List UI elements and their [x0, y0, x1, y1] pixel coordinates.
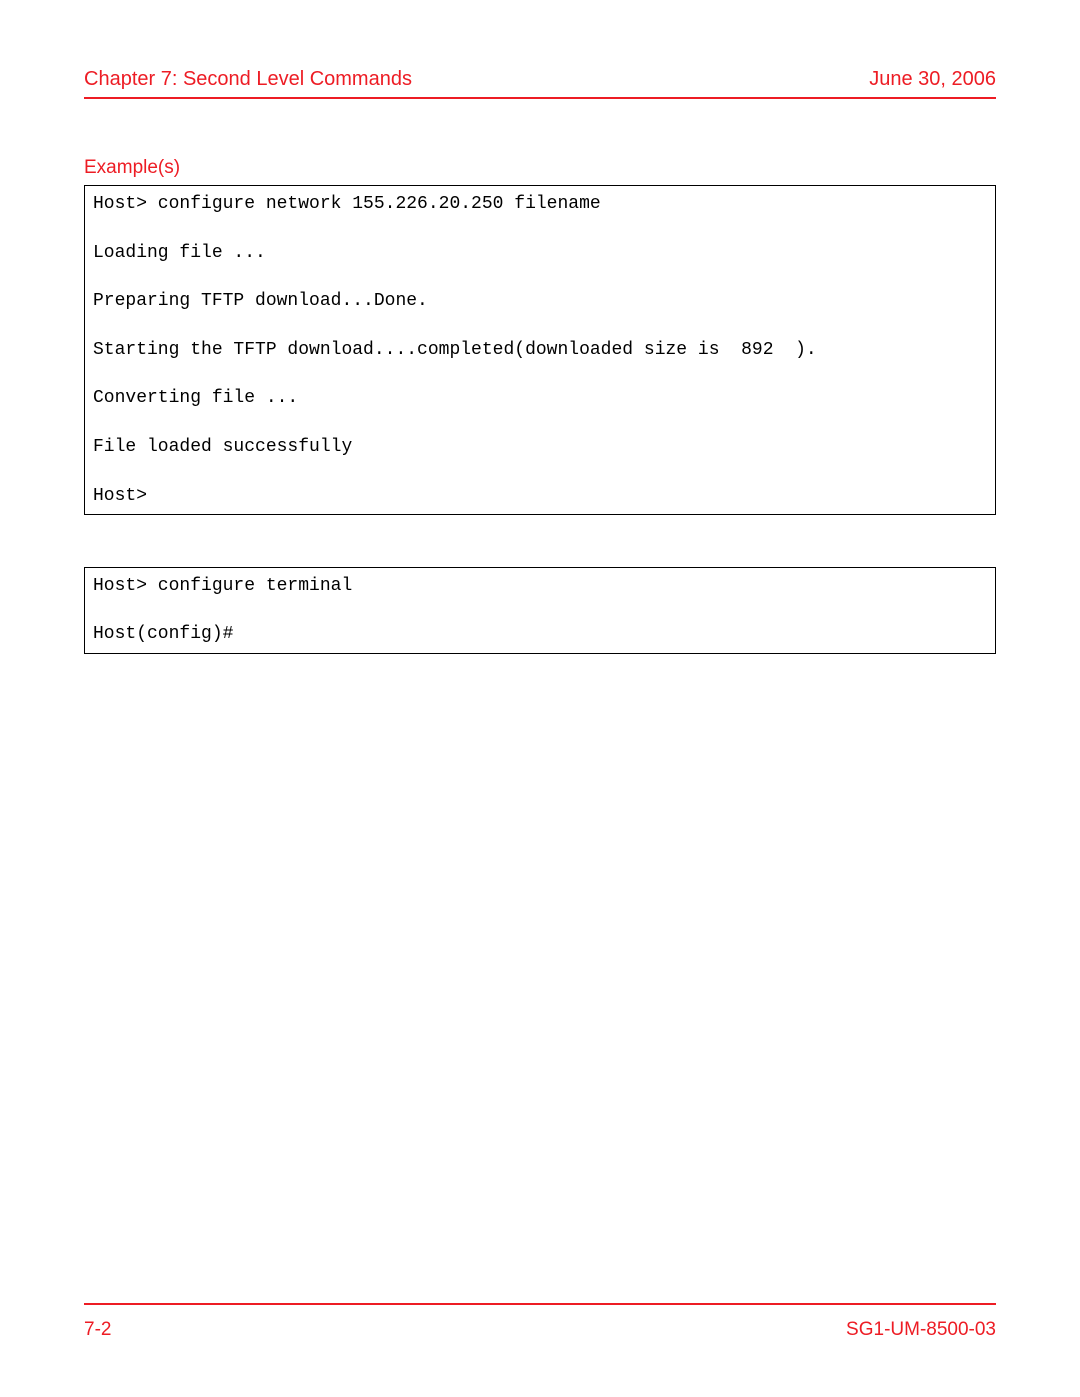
header-date: June 30, 2006	[869, 68, 996, 91]
section-title: Example(s)	[84, 157, 996, 179]
page-header: Chapter 7: Second Level Commands June 30…	[84, 68, 996, 99]
page-footer: 7-2 SG1-UM-8500-03	[84, 1303, 996, 1341]
chapter-title: Chapter 7: Second Level Commands	[84, 68, 412, 91]
code-block-1: Host> configure network 155.226.20.250 f…	[84, 185, 996, 515]
code-block-2: Host> configure terminal Host(config)#	[84, 567, 996, 654]
page-number: 7-2	[84, 1319, 111, 1341]
document-id: SG1-UM-8500-03	[846, 1319, 996, 1341]
